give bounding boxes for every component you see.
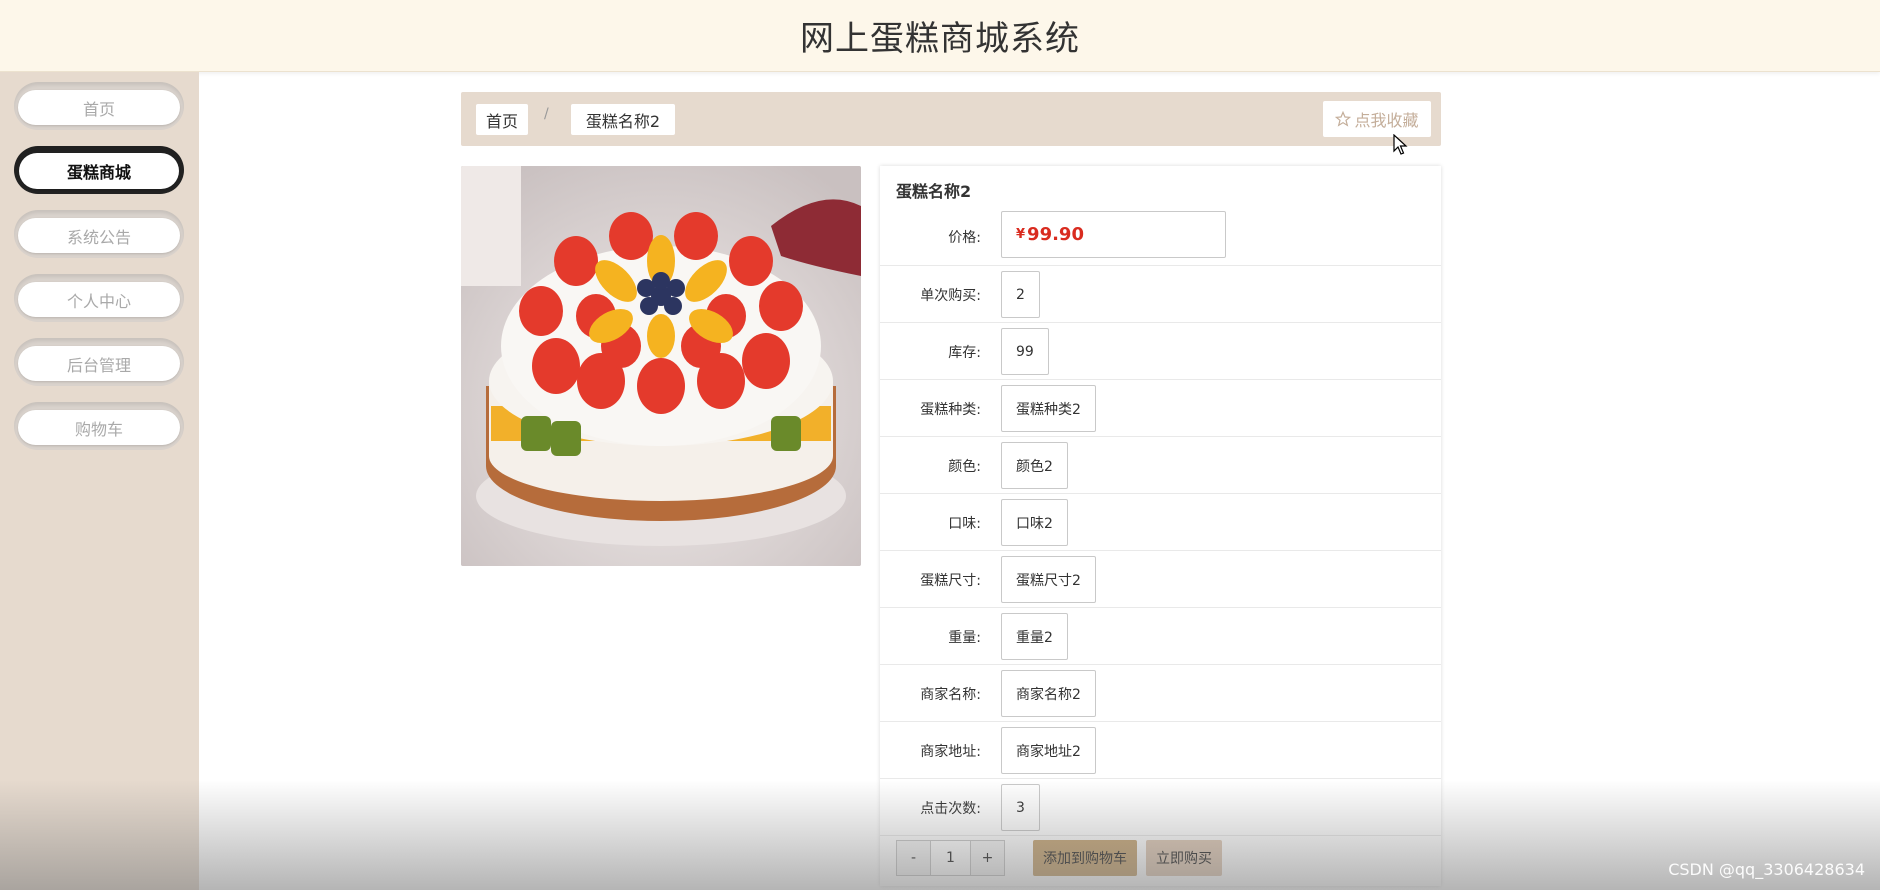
- favorite-button[interactable]: 点我收藏: [1323, 101, 1431, 137]
- mouse-cursor-icon: [1393, 134, 1408, 155]
- field-value: 3: [1001, 784, 1040, 831]
- sidebar-item-admin[interactable]: 后台管理: [14, 338, 184, 386]
- field-row: 点击次数: 3: [880, 778, 1441, 835]
- field-row: 商家名称: 商家名称2: [880, 664, 1441, 721]
- field-value: 重量2: [1001, 613, 1068, 660]
- sidebar-item-home[interactable]: 首页: [14, 82, 184, 130]
- sidebar: 首页 蛋糕商城 系统公告 个人中心 后台管理 购物车: [0, 72, 199, 890]
- app-header: 网上蛋糕商城系统: [0, 0, 1880, 72]
- field-row: 重量: 重量2: [880, 607, 1441, 664]
- field-label: 点击次数:: [920, 801, 981, 817]
- field-value: 商家名称2: [1001, 670, 1096, 717]
- breadcrumb-current: 蛋糕名称2: [571, 104, 675, 135]
- sidebar-item-personal-center[interactable]: 个人中心: [14, 274, 184, 322]
- field-row: 商家地址: 商家地址2: [880, 721, 1441, 778]
- sidebar-item-label: 后台管理: [18, 346, 180, 381]
- watermark: CSDN @qq_3306428634: [1668, 860, 1865, 879]
- price-row: 价格: ¥ 99.90: [880, 166, 1441, 266]
- breadcrumb-home[interactable]: 首页: [476, 104, 528, 135]
- field-label: 单次购买:: [920, 288, 981, 304]
- price-label: 价格:: [948, 230, 981, 246]
- sidebar-item-label: 蛋糕商城: [19, 153, 179, 189]
- field-label: 口味:: [948, 516, 981, 532]
- field-row: 口味: 口味2: [880, 493, 1441, 550]
- field-label: 颜色:: [948, 459, 981, 475]
- field-label: 重量:: [948, 630, 981, 646]
- product-detail-panel: 蛋糕名称2 价格: ¥ 99.90 单次购买: 2 库存: 99 蛋糕种类: 蛋…: [880, 166, 1441, 886]
- field-label: 库存:: [948, 345, 981, 361]
- field-row: 蛋糕种类: 蛋糕种类2: [880, 379, 1441, 436]
- cake-image: [461, 166, 861, 566]
- field-label: 商家地址:: [920, 744, 981, 760]
- sidebar-item-announcements[interactable]: 系统公告: [14, 210, 184, 258]
- field-label: 商家名称:: [920, 687, 981, 703]
- price-field: ¥ 99.90: [1001, 211, 1226, 258]
- quantity-input[interactable]: 1: [930, 840, 971, 876]
- field-row: 蛋糕尺寸: 蛋糕尺寸2: [880, 550, 1441, 607]
- quantity-increment-button[interactable]: +: [970, 840, 1005, 876]
- sidebar-item-label: 系统公告: [18, 218, 180, 253]
- add-to-cart-button[interactable]: 添加到购物车: [1033, 840, 1137, 876]
- divider: [880, 835, 1441, 836]
- favorite-label: 点我收藏: [1354, 111, 1419, 130]
- field-row: 单次购买: 2: [880, 265, 1441, 322]
- field-value: 2: [1001, 271, 1040, 318]
- field-row: 库存: 99: [880, 322, 1441, 379]
- sidebar-item-cake-shop[interactable]: 蛋糕商城: [14, 146, 184, 194]
- breadcrumb-separator: /: [544, 106, 549, 122]
- star-outline-icon: [1335, 111, 1352, 127]
- product-image: [461, 166, 861, 566]
- sidebar-item-label: 首页: [18, 90, 180, 125]
- quantity-decrement-button[interactable]: -: [896, 840, 931, 876]
- currency-symbol: ¥: [1016, 227, 1026, 242]
- sidebar-item-label: 个人中心: [18, 282, 180, 317]
- breadcrumb: 首页 / 蛋糕名称2 点我收藏: [461, 92, 1441, 146]
- sidebar-item-cart[interactable]: 购物车: [14, 402, 184, 450]
- field-value: 蛋糕种类2: [1001, 385, 1096, 432]
- field-value: 99: [1001, 328, 1049, 375]
- sidebar-item-label: 购物车: [18, 410, 180, 445]
- field-value: 口味2: [1001, 499, 1068, 546]
- price-value: 99.90: [1027, 224, 1084, 245]
- field-value: 颜色2: [1001, 442, 1068, 489]
- field-row: 颜色: 颜色2: [880, 436, 1441, 493]
- app-title: 网上蛋糕商城系统: [800, 19, 1080, 59]
- field-value: 蛋糕尺寸2: [1001, 556, 1096, 603]
- field-label: 蛋糕尺寸:: [920, 573, 981, 589]
- buy-now-button[interactable]: 立即购买: [1146, 840, 1222, 876]
- field-value: 商家地址2: [1001, 727, 1096, 774]
- field-label: 蛋糕种类:: [920, 402, 981, 418]
